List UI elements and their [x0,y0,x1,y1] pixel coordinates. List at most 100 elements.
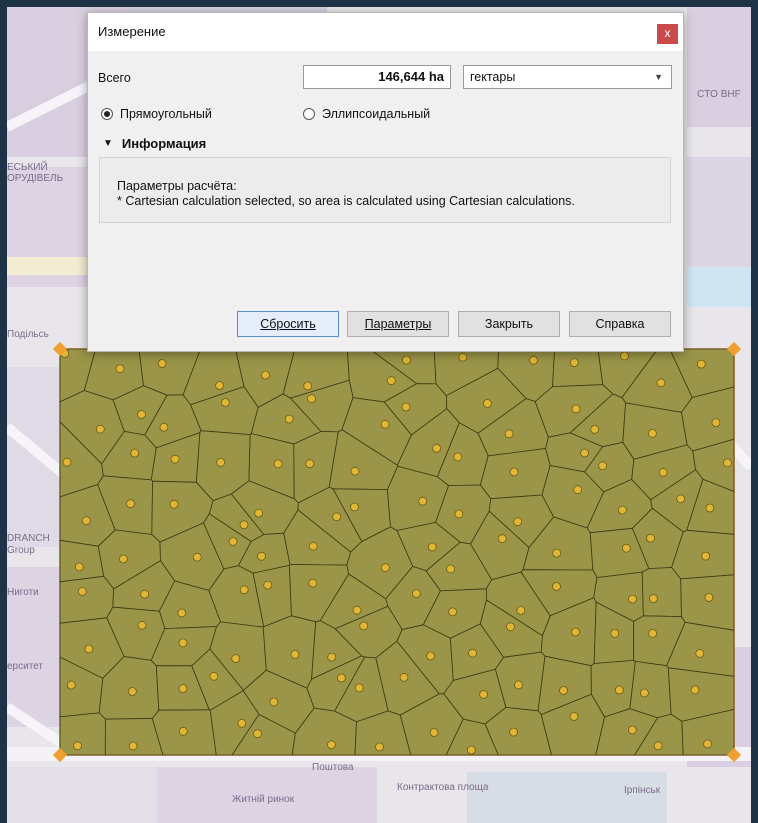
seed-point [303,381,313,391]
voronoi-cell [59,575,115,624]
seed-point [169,499,179,509]
chevron-down-icon: ▼ [654,72,663,82]
map-label: ерситет [7,661,43,672]
seed-point [380,563,390,573]
seed-point [704,593,714,602]
voronoi-cell [641,567,682,618]
seed-point [159,422,169,432]
radio-ellipsoidal[interactable]: Эллипсоидальный [303,107,430,121]
seed-point [497,534,507,544]
seed-point [216,457,226,467]
seed-point [658,467,668,477]
seed-point [350,466,360,476]
seed-point [336,673,346,683]
seed-point [66,680,76,690]
seed-point [350,502,359,512]
seed-point [402,355,411,365]
seed-point [618,505,627,515]
seed-point [128,741,138,751]
voronoi-cell [552,348,604,388]
seed-point [458,352,468,362]
seed-point [506,622,515,632]
map-road [7,257,87,275]
seed-point [137,620,147,630]
seed-point [192,552,202,562]
seed-point [228,537,238,546]
unit-dropdown[interactable]: гектары ▼ [463,65,672,89]
seed-point [119,554,128,564]
seed-point [516,606,526,615]
seed-point [239,585,249,595]
voronoi-cell [629,660,672,719]
seed-point [215,381,225,390]
seed-point [580,448,589,458]
voronoi-cell [59,712,106,756]
seed-point [115,364,125,374]
seed-point [140,589,150,599]
seed-point [504,429,514,439]
total-label: Всего [98,71,131,85]
seed-point [386,376,396,386]
seed-point [401,402,411,412]
voronoi-cell [59,539,105,583]
info-header-label: Информация [121,136,207,151]
seed-point [628,725,637,735]
map-label: CTO BHF [697,89,741,100]
seed-point [269,697,279,707]
info-panel: Параметры расчёта: * Cartesian calculati… [99,157,671,223]
seed-point [263,580,273,590]
seed-point [253,729,262,739]
map-block [687,157,751,277]
seed-point [261,370,270,380]
info-toggle[interactable]: ▼ Информация [103,136,206,151]
seed-point [352,605,362,615]
dialog-titlebar[interactable]: Измерение x [88,13,683,51]
triangle-down-icon: ▼ [103,138,113,149]
close-icon[interactable]: x [657,24,678,44]
help-button[interactable]: Справка [569,311,671,337]
seed-point [354,683,364,693]
seed-point [552,548,562,558]
seed-point [696,359,706,369]
radio-cartesian[interactable]: Прямоугольный [101,107,212,121]
seed-point [126,499,135,509]
map-label: Ірпінськ [624,785,661,796]
reset-button-label: Сбросить [260,317,316,331]
seed-point [411,589,421,598]
seed-point [130,448,140,458]
radio-cartesian-label: Прямоугольный [120,107,212,121]
total-area-field[interactable]: 146,644 ha [303,65,451,89]
seed-point [178,638,188,648]
close-button[interactable]: Закрыть [458,311,560,337]
seed-point [610,629,620,638]
map-label: Житній ринок [232,794,295,805]
seed-point [273,459,283,469]
measure-dialog: Измерение x Всего 146,644 ha гектары ▼ П… [87,12,684,352]
seed-point [418,496,428,506]
seed-point [74,562,84,572]
seed-point [432,443,442,453]
map-label: Поштова [312,762,354,773]
map-block [7,767,157,823]
radio-indicator [101,108,113,120]
seed-point [327,652,337,662]
params-button-label: Параметры [364,317,432,331]
seed-point [359,621,369,631]
unit-selected: гектары [470,70,516,84]
params-button[interactable]: Параметры [347,311,449,337]
seed-point [640,688,649,698]
seed-point [656,378,666,388]
seed-point [81,516,91,526]
seed-point [375,742,384,752]
seed-point [332,512,342,522]
seed-point [711,418,721,428]
seed-point [137,410,146,419]
reset-button[interactable]: Сбросить [237,311,339,337]
seed-point [426,651,436,661]
seed-point [427,542,437,552]
seed-point [170,454,180,464]
seed-point [571,627,580,637]
seed-point [513,517,523,527]
seed-point [77,587,87,596]
map-block [467,772,667,823]
